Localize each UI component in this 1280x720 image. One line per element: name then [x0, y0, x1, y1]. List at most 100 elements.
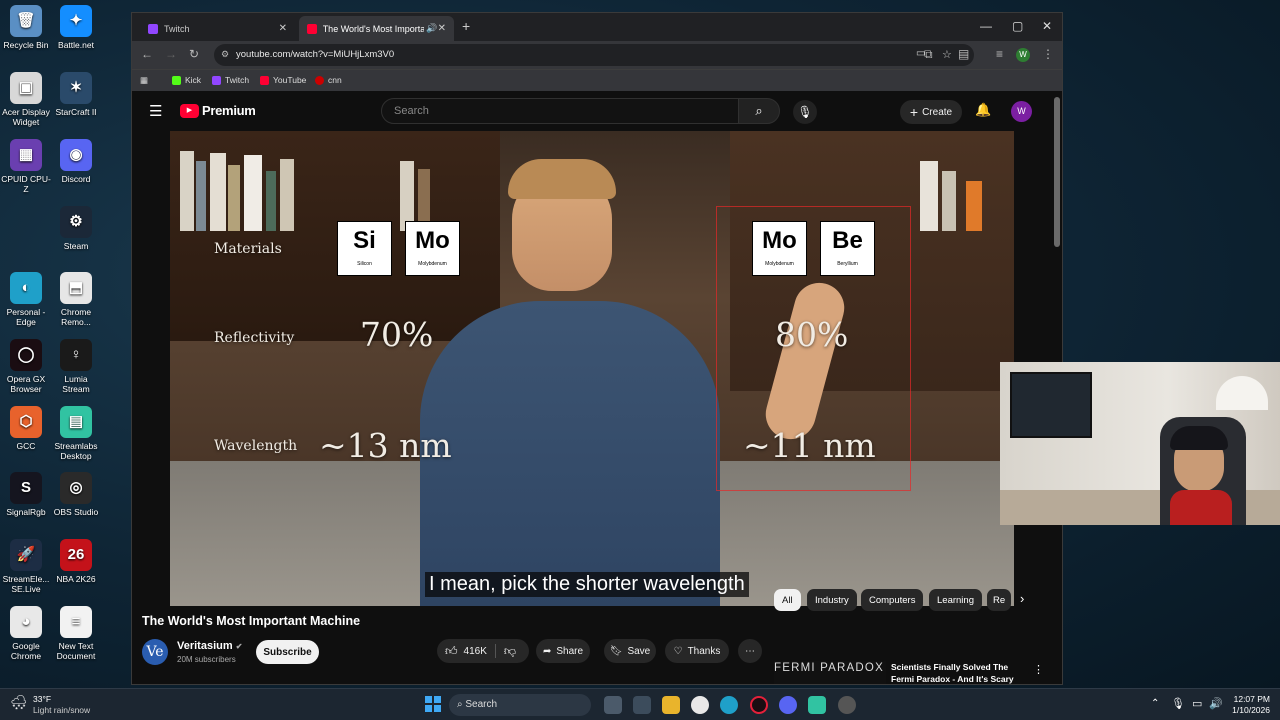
forward-icon[interactable]: →	[165, 47, 177, 61]
edge-icon: ◐	[10, 272, 42, 304]
minimize-icon[interactable]: —	[980, 19, 992, 33]
profile-avatar[interactable]: W	[1016, 48, 1030, 62]
desktop-icon-label: Streamlabs Desktop	[54, 441, 98, 461]
desktop-icon-label: GCC	[16, 441, 36, 451]
desktop-icon[interactable]: ▣ Acer Display Widget	[0, 72, 52, 127]
file-explorer-icon[interactable]	[662, 696, 680, 714]
close-tab-icon[interactable]: ✕	[279, 23, 287, 34]
obs-taskbar-icon[interactable]	[838, 696, 856, 714]
tab-twitch[interactable]: Twitch ✕	[140, 16, 295, 41]
show-hidden-icons-icon[interactable]: ⌃	[1151, 698, 1159, 709]
scrollbar-thumb[interactable]	[1054, 97, 1060, 247]
opera-gx-taskbar-icon[interactable]	[750, 696, 768, 714]
streamlabs-taskbar-icon[interactable]	[808, 696, 826, 714]
desktop-icon[interactable]: ✶ StarCraft II	[50, 72, 102, 117]
apps-icon[interactable]: ▦	[140, 75, 148, 86]
create-button[interactable]: + Create	[900, 100, 962, 124]
chevron-right-icon[interactable]: ›	[1020, 591, 1024, 606]
desktop-icon[interactable]: ◉ Discord	[50, 139, 102, 184]
related-thumbnail[interactable]: FERMI PARADOX	[774, 661, 886, 684]
subscribe-button[interactable]: Subscribe	[256, 640, 319, 664]
chip-re[interactable]: Re	[987, 589, 1011, 611]
bookmark-kick[interactable]: Kick	[172, 75, 201, 85]
desktop-icon[interactable]: ▦ CPUID CPU-Z	[0, 139, 52, 194]
clock-time[interactable]: 12:07 PM	[1230, 694, 1270, 704]
desktop-icon[interactable]: S SignalRgb	[0, 472, 52, 517]
clock-date[interactable]: 1/10/2026	[1225, 705, 1270, 715]
related-title[interactable]: Scientists Finally Solved The Fermi Para…	[891, 661, 1019, 684]
tab-search-icon[interactable]: ≡	[996, 47, 1003, 61]
close-tab-icon[interactable]: ✕	[438, 23, 446, 34]
desktop-icon[interactable]: ◯ Opera GX Browser	[0, 339, 52, 394]
desktop-icon[interactable]: 🚀 StreamEle... SE.Live	[0, 539, 52, 594]
related-more-icon[interactable]: ⋮	[1033, 663, 1044, 676]
channel-name[interactable]: Veritasium ✔	[177, 640, 242, 652]
desktop-icon[interactable]: ♀ Lumia Stream	[50, 339, 102, 394]
create-label: Create	[922, 106, 953, 118]
video-player[interactable]: Materials Reflectivity Wavelength Si Sili…	[170, 131, 1014, 606]
like-button[interactable]: 👍︎ 416K	[445, 644, 487, 659]
bookmark-label: Twitch	[225, 75, 250, 85]
account-avatar[interactable]: W	[1011, 101, 1032, 122]
site-info-icon[interactable]: ⚙	[221, 49, 229, 60]
desktop-icon[interactable]: ≡ New Text Document	[50, 606, 102, 661]
more-actions-icon[interactable]: ⋯	[738, 639, 762, 663]
extensions-icon[interactable]: ⧉	[924, 47, 933, 62]
save-button[interactable]: 🔖︎ Save	[604, 639, 656, 663]
voice-search-icon[interactable]: 🎙	[793, 100, 817, 124]
menu-kebab-icon[interactable]: ⋮	[1042, 47, 1054, 61]
chip-industry[interactable]: Industry	[807, 589, 857, 611]
chip-computers[interactable]: Computers	[861, 589, 924, 611]
thanks-button[interactable]: ♡ Thanks	[665, 639, 729, 663]
taskbar-search[interactable]: ⌕ Search	[449, 694, 591, 716]
thumbs-down-icon[interactable]: 👎︎	[504, 644, 516, 659]
weather-icon[interactable]: 🌨	[10, 694, 28, 711]
desktop-icon[interactable]: 26 NBA 2K26	[50, 539, 102, 584]
widgets-icon[interactable]	[633, 696, 651, 714]
url-field[interactable]: ⚙ youtube.com/watch?v=MiUHjLxm3V0 ☆ ▭	[214, 44, 974, 66]
desktop-icon[interactable]: 🗑 Recycle Bin	[0, 5, 52, 50]
network-icon[interactable]: ▭	[1192, 697, 1202, 710]
weather-desc[interactable]: Light rain/snow	[33, 705, 90, 715]
back-icon[interactable]: ←	[141, 47, 153, 61]
bookmark-youtube[interactable]: YouTube	[260, 75, 306, 85]
desktop-icon[interactable]: ⬒ Chrome Remo...	[50, 272, 102, 327]
bookmark-cnn[interactable]: cnn	[315, 75, 342, 85]
desktop-icon[interactable]: ✦ Battle.net	[50, 5, 102, 50]
search-input[interactable]: Search	[381, 98, 739, 124]
bookmark-label: YouTube	[273, 75, 307, 85]
desktop-icon[interactable]: ▤ Streamlabs Desktop	[50, 406, 102, 461]
windows-start-icon[interactable]	[425, 696, 441, 712]
speaker-icon[interactable]: 🔊	[426, 23, 437, 34]
reload-icon[interactable]: ↻	[189, 47, 199, 61]
chrome-taskbar-icon[interactable]	[691, 696, 709, 714]
bookmark-twitch[interactable]: Twitch	[212, 75, 249, 85]
desktop-icon[interactable]: ⚙ Steam	[50, 206, 102, 251]
new-tab-icon[interactable]: +	[462, 18, 470, 34]
search-button[interactable]: ⌕	[738, 98, 780, 124]
hamburger-menu-icon[interactable]: ☰	[149, 102, 162, 120]
task-view-icon[interactable]	[604, 696, 622, 714]
maximize-icon[interactable]: ▢	[1012, 19, 1023, 33]
chip-learning[interactable]: Learning	[929, 589, 982, 611]
desktop-icon[interactable]: ◐ Personal - Edge	[0, 272, 52, 327]
premium-logo-text[interactable]: Premium	[202, 103, 256, 118]
desktop-icon[interactable]: ◕ Google Chrome	[0, 606, 52, 661]
desktop-icon[interactable]: ⬡ GCC	[0, 406, 52, 451]
chip-all[interactable]: All	[774, 589, 801, 611]
desktop-icon-label: Personal - Edge	[6, 307, 46, 327]
bookmark-star-icon[interactable]: ☆	[942, 48, 952, 61]
desktop-icon[interactable]: ◎ OBS Studio	[50, 472, 102, 517]
edge-taskbar-icon[interactable]	[720, 696, 738, 714]
discord-taskbar-icon[interactable]	[779, 696, 797, 714]
share-button[interactable]: ➦ Share	[536, 639, 590, 663]
tab-youtube-video[interactable]: The World's Most Importan 🔊 ✕	[299, 16, 454, 41]
close-window-icon[interactable]: ✕	[1042, 19, 1052, 33]
notifications-bell-icon[interactable]: 🔔	[975, 102, 991, 118]
sidebar-icon[interactable]: ▤	[958, 47, 969, 61]
channel-avatar[interactable]: Ve	[142, 639, 168, 665]
youtube-logo-icon[interactable]: ▶	[180, 104, 199, 118]
microphone-icon[interactable]: 🎙	[1171, 697, 1185, 710]
volume-icon[interactable]: 🔊	[1209, 697, 1223, 710]
weather-temp[interactable]: 33°F	[33, 694, 51, 704]
